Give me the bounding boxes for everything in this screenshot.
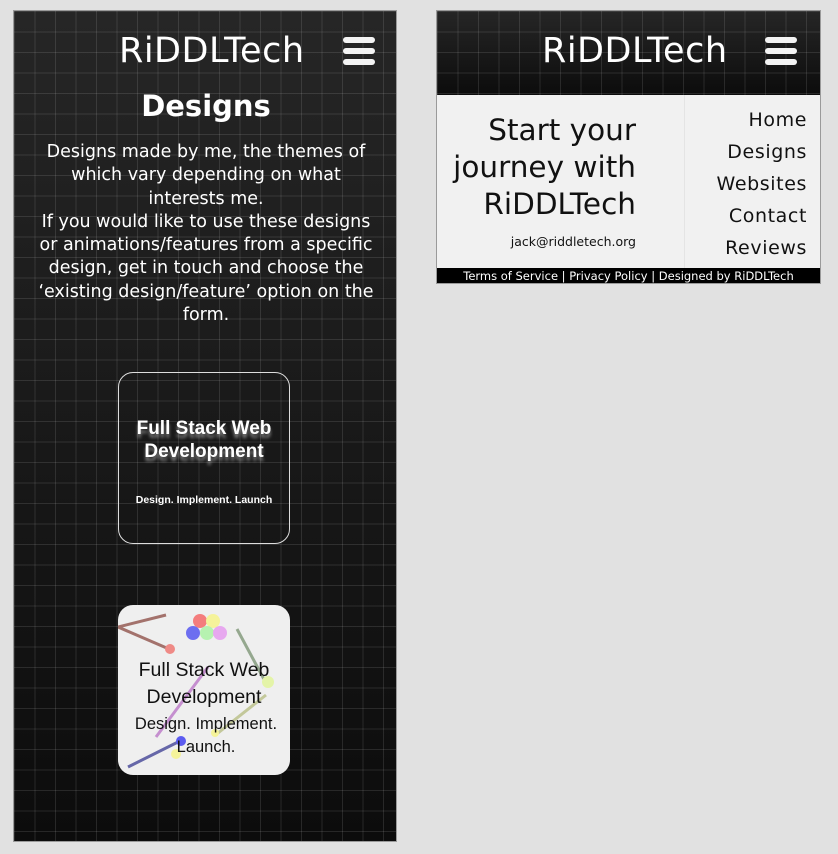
- nav-menu: Home Designs Websites Contact Reviews: [717, 104, 807, 264]
- menu-body: Start your journey with RiDDLTech jack@r…: [437, 95, 820, 268]
- design-card-dark[interactable]: Full Stack Web Development Design. Imple…: [118, 372, 290, 544]
- terms-link[interactable]: Terms of Service: [463, 269, 558, 283]
- brand-logo[interactable]: RiDDLTech: [542, 31, 728, 71]
- card-title: Full Stack Web Development: [136, 418, 272, 462]
- decor-dot: [206, 614, 220, 628]
- nav-item-home[interactable]: Home: [717, 104, 807, 136]
- page-title: Designs: [141, 89, 271, 123]
- designs-description: Designs made by me, the themes of which …: [32, 141, 380, 327]
- nav-item-reviews[interactable]: Reviews: [717, 232, 807, 264]
- decor-dot: [186, 626, 200, 640]
- hamburger-menu-icon[interactable]: [343, 37, 377, 67]
- footer-separator: |: [561, 269, 566, 283]
- contact-email[interactable]: jack@riddletech.org: [511, 234, 636, 249]
- journey-heading: Start your journey with RiDDLTech: [453, 113, 636, 221]
- credit-link[interactable]: Designed by RiDDLTech: [659, 269, 794, 283]
- nav-item-designs[interactable]: Designs: [717, 136, 807, 168]
- divider: [684, 95, 685, 268]
- nav-item-websites[interactable]: Websites: [717, 168, 807, 200]
- decor-line: [118, 625, 170, 651]
- decor-dot: [193, 614, 207, 628]
- hamburger-menu-icon[interactable]: [765, 37, 799, 67]
- nav-item-contact[interactable]: Contact: [717, 200, 807, 232]
- decor-line: [118, 613, 167, 629]
- card-subtitle: Design. Implement. Launch: [135, 494, 273, 506]
- footer-bar: Terms of Service | Privacy Policy | Desi…: [437, 268, 820, 283]
- brand-logo[interactable]: RiDDLTech: [119, 31, 305, 71]
- description-line: If you would like to use these designs o…: [38, 211, 374, 326]
- decor-dot: [165, 644, 175, 654]
- decor-dot: [200, 626, 214, 640]
- description-line: Designs made by me, the themes of which …: [46, 142, 366, 209]
- footer-separator: |: [651, 269, 656, 283]
- header-bar: RiDDLTech: [437, 11, 820, 95]
- privacy-link[interactable]: Privacy Policy: [569, 269, 647, 283]
- decor-dot: [213, 626, 227, 640]
- menu-page-panel: RiDDLTech Start your journey with RiDDLT…: [436, 10, 821, 284]
- design-card-light[interactable]: Full Stack Web Development Design. Imple…: [118, 605, 290, 775]
- card-title: Full Stack Web Development: [138, 659, 270, 708]
- designs-page-panel: RiDDLTech Designs Designs made by me, th…: [13, 10, 397, 842]
- card-subtitle: Design. Implement. Launch.: [134, 715, 278, 756]
